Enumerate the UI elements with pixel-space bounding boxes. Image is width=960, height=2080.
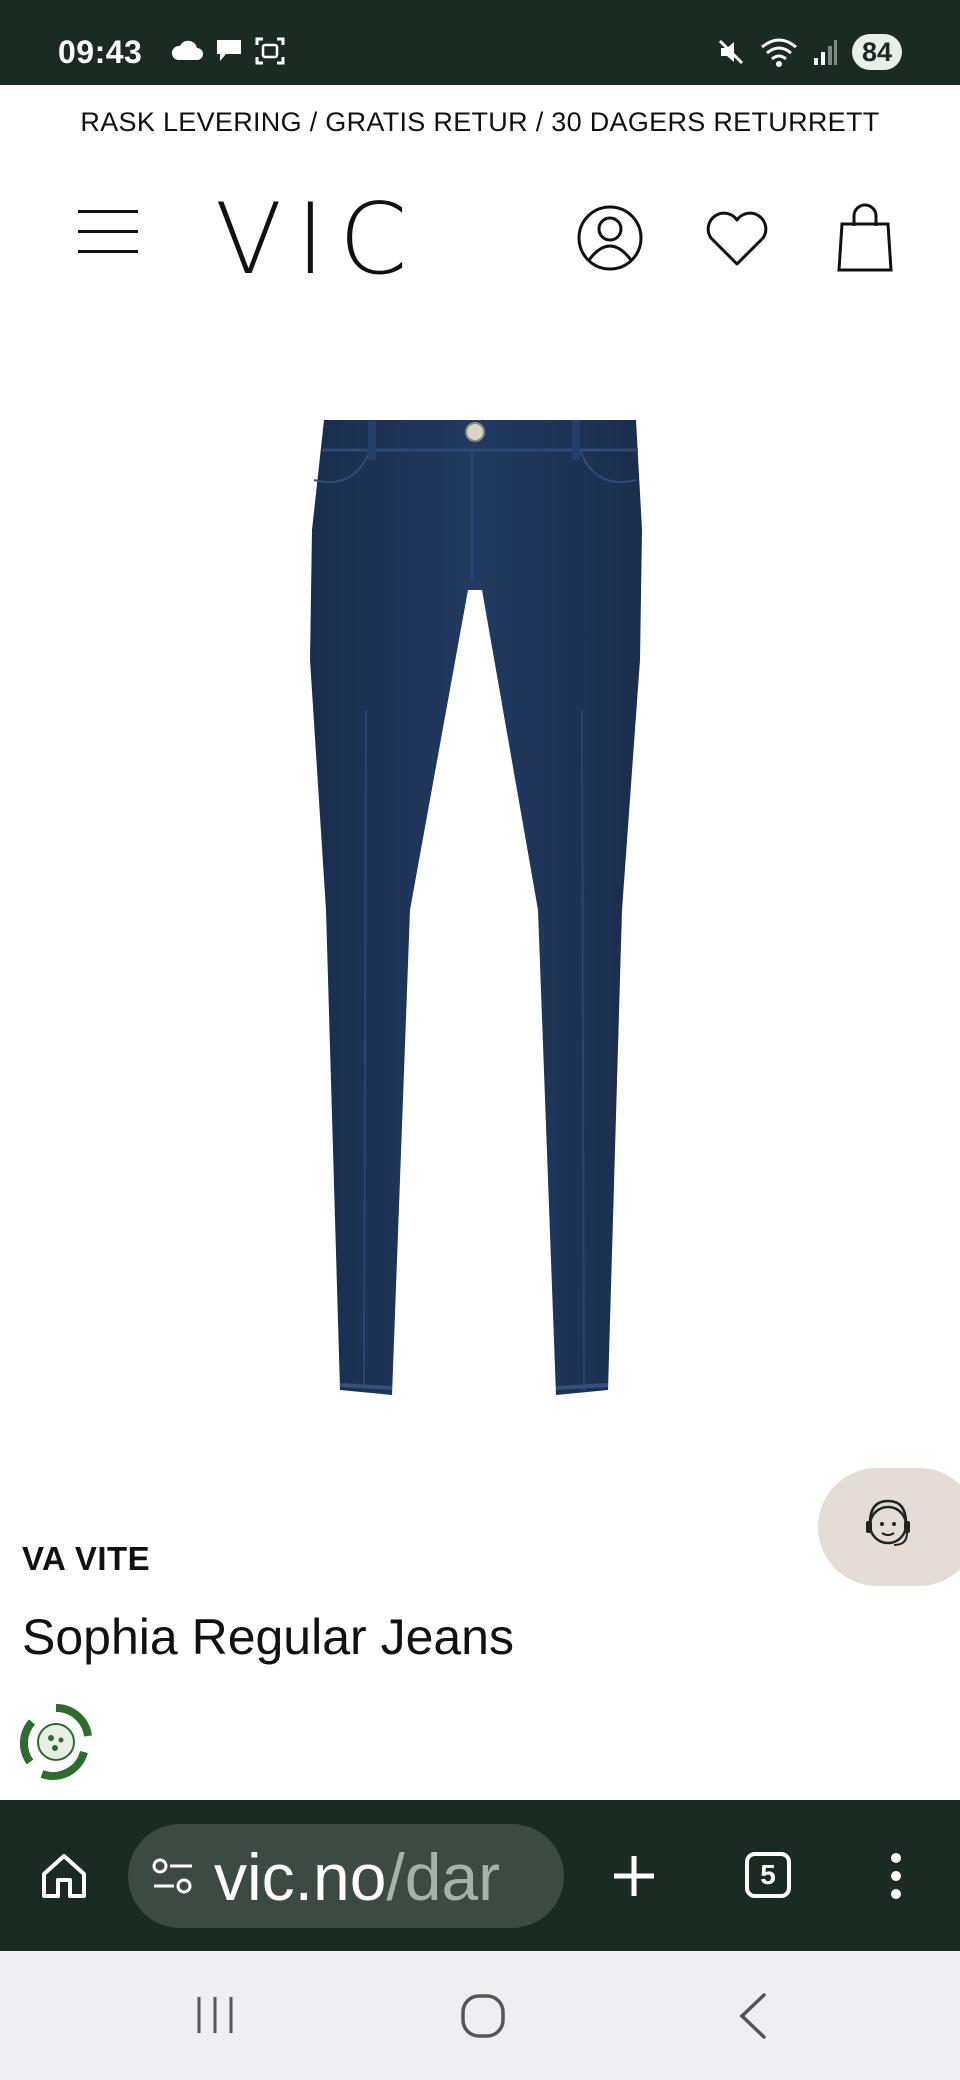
browser-toolbar: vic.no/dar 5 — [0, 1800, 960, 1951]
tab-switcher-button[interactable]: 5 — [745, 1852, 791, 1898]
url-path: /dar — [386, 1840, 501, 1914]
site-settings-icon[interactable] — [150, 1856, 196, 1896]
account-icon[interactable] — [575, 202, 645, 274]
signal-icon — [813, 40, 837, 65]
customer-service-chat-button[interactable] — [818, 1468, 960, 1586]
new-tab-icon[interactable] — [610, 1852, 658, 1900]
chat-bubble-icon — [217, 40, 241, 61]
menu-icon — [78, 210, 138, 213]
site-logo[interactable]: VIC — [215, 190, 421, 290]
home-icon[interactable] — [38, 1850, 90, 1902]
shopping-bag-icon[interactable] — [830, 202, 900, 274]
product-brand[interactable]: VA VITE — [22, 1540, 150, 1578]
heart-icon[interactable] — [702, 202, 772, 274]
product-title: Sophia Regular Jeans — [22, 1609, 514, 1665]
url-text[interactable]: vic.no/dar — [214, 1842, 500, 1912]
wifi-icon — [761, 38, 797, 67]
status-right-icons: 84 — [716, 34, 902, 70]
mute-icon — [718, 39, 744, 65]
site-header: VIC — [0, 160, 960, 320]
screenshot-icon — [255, 37, 285, 65]
back-icon[interactable] — [736, 1991, 770, 2041]
status-bar: 09:43 84 — [0, 0, 960, 85]
sustainability-icon[interactable] — [18, 1702, 94, 1782]
support-agent-icon — [866, 1499, 910, 1546]
menu-button[interactable] — [78, 208, 138, 256]
more-options-icon[interactable] — [886, 1850, 906, 1902]
promo-banner[interactable]: RASK LEVERING / GRATIS RETUR / 30 DAGERS… — [0, 85, 960, 160]
product-image-jeans[interactable] — [300, 410, 650, 1410]
battery-indicator: 84 — [851, 34, 902, 70]
system-navigation-bar — [0, 1951, 960, 2080]
url-host: vic.no — [214, 1840, 387, 1914]
status-time: 09:43 — [58, 34, 143, 70]
status-left-icons — [170, 36, 286, 66]
home-circle-icon[interactable] — [460, 1993, 506, 2039]
recent-apps-icon[interactable] — [193, 1993, 237, 2037]
cloud-icon — [171, 40, 203, 60]
address-bar[interactable]: vic.no/dar — [128, 1824, 564, 1928]
